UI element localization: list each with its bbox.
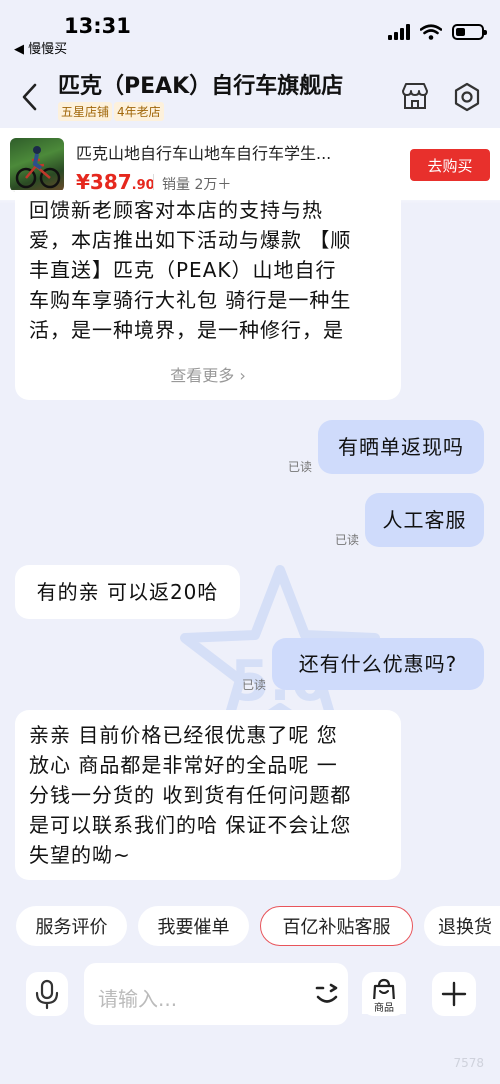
store-icon[interactable] [400,82,430,110]
message-bubble-outgoing[interactable]: 有晒单返现吗 [318,420,484,474]
message-line: 失望的呦~ [29,843,131,867]
message-bubble-incoming[interactable]: 回馈新老顾客对本店的支持与热 爱，本店推出如下活动与爆款 【顺 丰直送】匹克（P… [15,190,401,400]
wifi-icon [420,24,442,40]
signal-icon [388,24,410,40]
message-text: 有晒单返现吗 [338,435,464,459]
status-time: 13:31 [64,14,131,38]
message-text: 有的亲 可以返20哈 [36,580,219,604]
quick-reply-service-rating[interactable]: 服务评价 [16,906,127,946]
badge-five-star: 五星店铺 [58,102,113,121]
message-line: 放心 商品都是非常好的全品呢 一 [29,753,338,777]
quick-reply-urge-order[interactable]: 我要催单 [138,906,249,946]
back-to-app-link[interactable]: ◀ 慢慢买 [14,38,67,57]
mic-icon [35,979,59,1010]
read-status: 已读 [242,678,267,692]
message-line: 是可以联系我们的哈 保证不会让您 [29,813,352,837]
message-line: 车购车享骑行大礼包 骑行是一种生 [29,288,352,312]
message-bubble-outgoing[interactable]: 还有什么优惠吗? [272,638,484,690]
quick-reply-returns[interactable]: 退换货 [424,906,500,946]
more-actions-button[interactable] [432,972,476,1016]
message-bubble-incoming[interactable]: 有的亲 可以返20哈 [15,565,240,619]
status-icons [388,24,487,40]
message-text: 还有什么优惠吗? [298,652,458,676]
corner-mark: 7578 [453,1056,484,1070]
voice-button[interactable] [26,972,68,1016]
message-line: 亲亲 目前价格已经很优惠了呢 您 [29,723,338,747]
back-chevron-icon[interactable] [18,82,42,112]
message-line: 分钱一分货的 收到货有任何问题都 [29,783,352,807]
scroll-fade [0,190,500,204]
quick-reply-subsidy-service[interactable]: 百亿补贴客服 [260,906,413,946]
plus-icon [441,981,467,1007]
goods-label: 商品 [362,999,406,1014]
battery-icon [452,24,487,40]
badge-shop-age: 4年老店 [114,102,164,121]
settings-icon[interactable] [452,82,482,112]
view-more-link[interactable]: 查看更多 › [15,362,401,386]
message-text: 人工客服 [382,508,467,532]
shop-title[interactable]: 匹克（PEAK）自行车旗舰店 [58,68,343,100]
buy-button[interactable]: 去购买 [410,149,490,181]
read-status: 已读 [288,460,313,474]
message-line: 爱，本店推出如下活动与爆款 【顺 [29,228,352,252]
product-thumbnail[interactable] [10,138,64,192]
product-name[interactable]: 匹克山地自行车山地车自行车学生... [76,140,382,164]
message-bubble-outgoing[interactable]: 人工客服 [365,493,484,547]
message-bubble-incoming[interactable]: 亲亲 目前价格已经很优惠了呢 您 放心 商品都是非常好的全品呢 一 分钱一分货的… [15,710,401,880]
emoji-icon[interactable] [313,980,341,1008]
message-line: 丰直送】匹克（PEAK）山地自行 [29,258,337,282]
message-line: 活，是一种境界，是一种修行，是 [29,318,344,342]
read-status: 已读 [335,533,360,547]
goods-button[interactable]: 商品 [362,972,406,1016]
message-input-placeholder: 请输入... [98,987,178,1011]
